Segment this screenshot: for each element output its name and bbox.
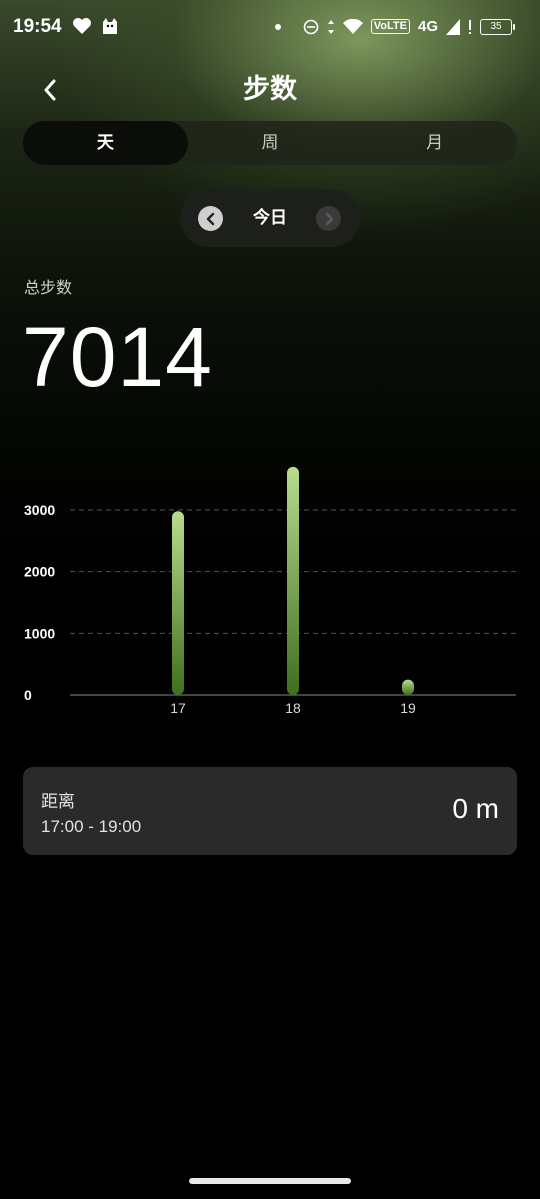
data-transfer-icon bbox=[327, 19, 334, 34]
home-indicator[interactable] bbox=[189, 1178, 351, 1184]
wifi-icon bbox=[342, 18, 363, 34]
cat-icon bbox=[103, 18, 117, 34]
signal-icon bbox=[446, 18, 460, 35]
tab-week[interactable]: 周 bbox=[188, 121, 353, 165]
distance-time-range: 17:00 - 19:00 bbox=[41, 817, 142, 836]
distance-label: 距离 bbox=[41, 792, 75, 812]
chart-bar[interactable] bbox=[172, 511, 184, 695]
tab-month[interactable]: 月 bbox=[352, 121, 517, 165]
status-left-icons bbox=[72, 16, 120, 36]
network-type: 4G bbox=[417, 18, 438, 35]
alert-icon bbox=[469, 19, 471, 34]
status-right-icons: VoLTE 4G 35 bbox=[274, 18, 515, 35]
tab-day[interactable]: 天 bbox=[23, 121, 188, 165]
heart-icon bbox=[73, 18, 91, 34]
steps-bar-chart: 0 1000 2000 3000 17 18 19 bbox=[24, 466, 516, 716]
period-tabs: 天 周 月 bbox=[23, 121, 517, 165]
y-tick-label: 3000 bbox=[24, 502, 55, 518]
y-tick-label: 1000 bbox=[24, 625, 55, 641]
page-title: 步数 bbox=[243, 74, 297, 105]
total-steps-label: 总步数 bbox=[24, 278, 73, 297]
x-tick-label: 19 bbox=[400, 700, 416, 716]
chart-bar[interactable] bbox=[287, 466, 299, 695]
chevron-right-icon bbox=[325, 212, 333, 225]
next-day-button[interactable] bbox=[316, 206, 341, 231]
distance-value: 0 m bbox=[452, 793, 499, 824]
volte-badge: VoLTE bbox=[370, 19, 410, 34]
previous-day-button[interactable] bbox=[198, 206, 223, 231]
date-switcher: 今日 bbox=[180, 189, 360, 247]
total-steps-value: 7014 bbox=[22, 310, 213, 404]
status-time: 19:54 bbox=[13, 16, 62, 37]
x-tick-label: 17 bbox=[170, 700, 186, 716]
chevron-left-icon bbox=[206, 212, 214, 225]
distance-card[interactable]: 距离 17:00 - 19:00 0 m bbox=[23, 767, 517, 855]
battery-icon: 35 bbox=[480, 18, 515, 35]
x-tick-label: 18 bbox=[285, 700, 301, 716]
do-not-disturb-icon bbox=[303, 19, 319, 34]
notification-dot-icon bbox=[274, 23, 281, 30]
y-tick-label: 2000 bbox=[24, 564, 55, 580]
chart-bar[interactable] bbox=[402, 679, 414, 695]
y-tick-label: 0 bbox=[24, 687, 32, 703]
status-bar: 19:54 VoLTE 4G 35 bbox=[0, 0, 540, 58]
